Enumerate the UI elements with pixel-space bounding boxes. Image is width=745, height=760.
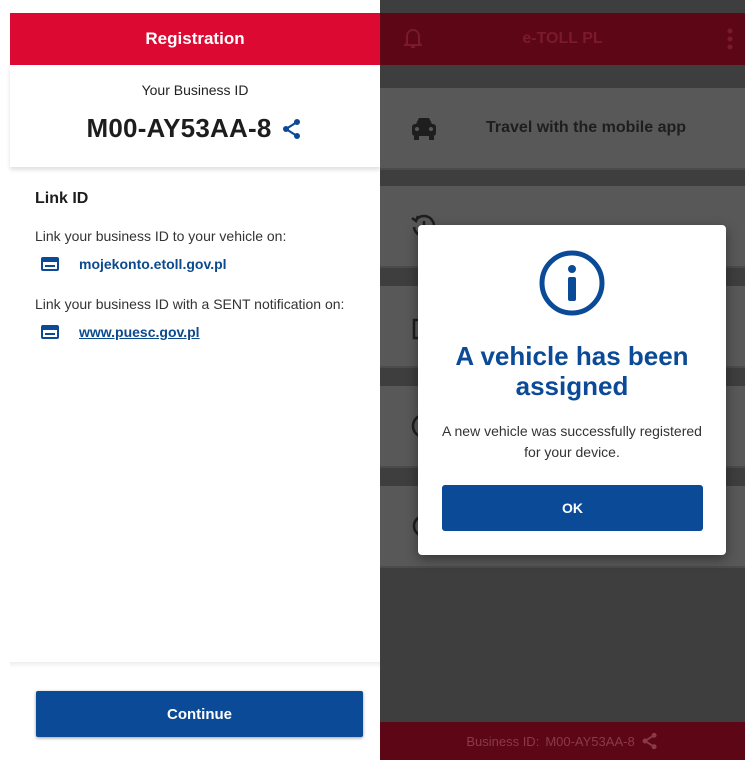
browser-icon bbox=[41, 257, 59, 271]
footer-business-id-value: M00-AY53AA-8 bbox=[545, 733, 635, 749]
info-icon bbox=[538, 249, 606, 317]
dialog-message: A new vehicle was successfully registere… bbox=[442, 423, 702, 460]
app-title: e-TOLL PL bbox=[522, 30, 603, 47]
dialog-title: A vehicle has been assigned bbox=[455, 341, 689, 401]
link-vehicle-row[interactable]: mojekonto.etoll.gov.pl bbox=[41, 256, 370, 272]
browser-icon bbox=[41, 325, 59, 339]
bottom-divider bbox=[10, 662, 380, 668]
link-vehicle-url[interactable]: mojekonto.etoll.gov.pl bbox=[79, 256, 227, 272]
link-sent-text: Link your business ID with a SENT notifi… bbox=[35, 296, 345, 312]
footer-business-id-label: Business ID: bbox=[466, 733, 540, 749]
link-sent-url[interactable]: www.puesc.gov.pl bbox=[79, 324, 200, 340]
continue-button[interactable]: Continue bbox=[36, 691, 363, 737]
link-sent-row[interactable]: www.puesc.gov.pl bbox=[41, 324, 370, 340]
share-icon[interactable] bbox=[281, 118, 303, 140]
registration-header: Registration bbox=[10, 13, 380, 65]
share-icon[interactable] bbox=[641, 732, 659, 750]
registration-screen: Registration Your Business ID M00-AY53AA… bbox=[0, 0, 380, 760]
business-id-value: M00-AY53AA-8 bbox=[86, 113, 272, 143]
app-footer: Business ID: M00-AY53AA-8 bbox=[380, 722, 745, 760]
app-header: e-TOLL PL bbox=[380, 13, 745, 65]
menu-label-travel: Travel with the mobile app bbox=[486, 119, 687, 136]
link-id-section: Link ID Link your business ID to your ve… bbox=[35, 190, 370, 362]
business-id-card: Your Business ID M00-AY53AA-8 bbox=[10, 65, 380, 167]
link-vehicle-text: Link your business ID to your vehicle on… bbox=[35, 228, 287, 244]
more-options-icon[interactable] bbox=[727, 27, 733, 51]
menu-item-travel[interactable]: Travel with the mobile app bbox=[380, 88, 745, 170]
ok-button[interactable]: OK bbox=[442, 485, 703, 531]
business-id-label: Your Business ID bbox=[141, 82, 249, 98]
vehicle-assigned-dialog: A vehicle has been assigned A new vehicl… bbox=[418, 225, 726, 555]
business-id-row: M00-AY53AA-8 bbox=[10, 113, 380, 144]
registration-title: Registration bbox=[145, 29, 245, 48]
car-icon bbox=[410, 114, 438, 142]
link-id-title: Link ID bbox=[35, 190, 89, 207]
